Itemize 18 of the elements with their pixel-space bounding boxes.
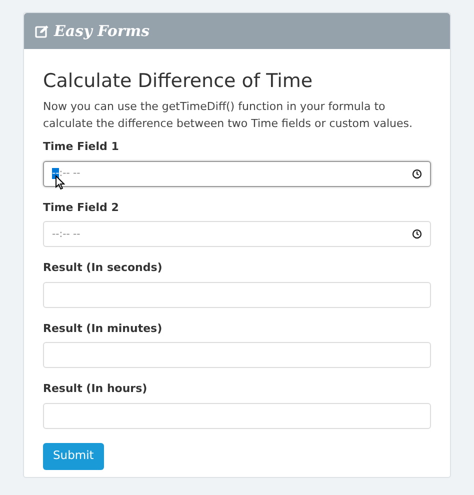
edit-icon [35,24,49,38]
result-field[interactable] [43,282,431,308]
mouse-pointer-icon [55,174,65,190]
field-label: Result (In hours) [43,381,148,397]
field-label: Result (In minutes) [43,320,164,336]
field-label: Time Field 1 [43,139,120,155]
result-field[interactable] [43,342,431,368]
clock-icon[interactable] [412,229,422,239]
time-input[interactable]: --:-- -- [43,160,431,186]
form-description: Now you can use the getTimeDiff() function in your formula to calculate the difference between two Time fields or custom values. [43,99,414,132]
clock-icon[interactable] [412,168,422,178]
field-label: Time Field 2 [43,200,120,216]
field-label: Result (In seconds) [43,260,164,276]
submit-button[interactable]: Submit [43,442,104,470]
result-field[interactable] [43,402,431,428]
time-input[interactable]: --:-- -- [43,221,431,247]
form-heading: Calculate Difference of Time [43,69,314,94]
app-title: Easy Forms [54,20,150,42]
